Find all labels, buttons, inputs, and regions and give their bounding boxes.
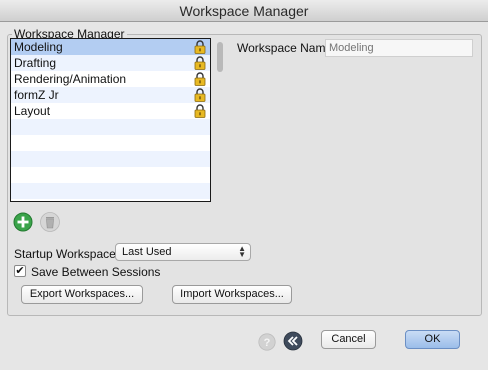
startup-workspace-select[interactable]: Last Used ▲ ▼ xyxy=(115,243,251,261)
import-workspaces-button[interactable]: Import Workspaces... xyxy=(172,285,292,304)
back-icon[interactable] xyxy=(283,331,303,351)
help-icon[interactable]: ? xyxy=(258,333,276,351)
trash-icon[interactable] xyxy=(40,212,60,232)
startup-workspace-value: Last Used xyxy=(122,246,172,258)
empty-list-row xyxy=(11,151,210,167)
workspace-list-item[interactable]: formZ Jr xyxy=(11,87,210,103)
lock-icon xyxy=(194,72,206,86)
lock-icon xyxy=(194,104,206,118)
lock-icon xyxy=(194,56,206,70)
plus-icon[interactable] xyxy=(13,212,33,232)
ok-button[interactable]: OK xyxy=(405,330,460,349)
workspace-list-item[interactable]: Modeling xyxy=(11,39,210,55)
export-workspaces-button[interactable]: Export Workspaces... xyxy=(21,285,143,304)
startup-workspace-label: Startup Workspace: xyxy=(14,247,120,261)
empty-list-row xyxy=(11,119,210,135)
workspace-list-item[interactable]: Drafting xyxy=(11,55,210,71)
empty-list-row xyxy=(11,135,210,151)
empty-list-row xyxy=(11,167,210,183)
scrollbar-thumb[interactable] xyxy=(217,42,223,72)
window-title: Workspace Manager xyxy=(0,0,488,22)
save-sessions-checkbox[interactable]: ✔ xyxy=(14,265,26,277)
workspace-name: Rendering/Animation xyxy=(14,72,127,86)
workspace-name-label: Workspace Name xyxy=(237,41,333,55)
empty-list-row xyxy=(11,183,210,199)
workspace-name: Layout xyxy=(14,104,51,118)
workspace-name: Drafting xyxy=(14,56,57,70)
workspace-list[interactable]: Modeling Drafting Rendering/Animation fo… xyxy=(10,38,211,202)
select-arrows-icon: ▲ ▼ xyxy=(238,244,246,259)
save-sessions-label: Save Between Sessions xyxy=(31,265,161,279)
cancel-button[interactable]: Cancel xyxy=(321,330,376,349)
workspace-list-item[interactable]: Layout xyxy=(11,103,210,119)
workspace-name-input[interactable] xyxy=(325,39,473,57)
workspace-manager-window: Workspace Manager Workspace Manager Mode… xyxy=(0,0,488,370)
svg-text:?: ? xyxy=(264,337,271,349)
lock-icon xyxy=(194,40,206,54)
workspace-name: Modeling xyxy=(14,40,63,54)
workspace-name: formZ Jr xyxy=(14,88,59,102)
lock-icon xyxy=(194,88,206,102)
list-scrollbar[interactable] xyxy=(214,38,226,202)
workspace-list-item[interactable]: Rendering/Animation xyxy=(11,71,210,87)
